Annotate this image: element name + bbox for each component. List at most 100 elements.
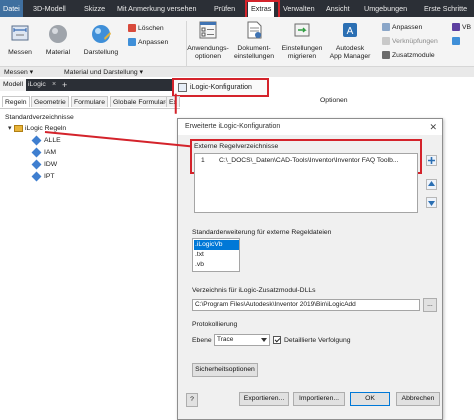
tree-item-idw[interactable]: IDW [31,159,57,170]
tab-erste-schritte[interactable]: Erste Schritte [421,0,470,17]
doc-tab-ilogic[interactable]: iLogic [25,79,49,91]
close-icon[interactable]: × [52,79,56,91]
tree-item-alle[interactable]: ALLE [31,135,61,146]
extra-tool-button[interactable] [452,36,462,47]
dialog-close-icon[interactable]: ✕ [429,119,437,135]
move-down-button[interactable] [426,197,437,208]
anpassen-button[interactable]: Anpassen [128,37,168,48]
svg-text:A: A [347,26,354,37]
plus-icon [428,157,435,164]
anwendungsoptionen-button[interactable]: Anwendungs- optionen [186,20,230,61]
tab-mit-anmerkung[interactable]: Mit Anmerkung versehen [114,0,200,17]
appearance-sphere-icon [92,25,111,43]
rules-browser-tree: Standardverzeichnisse ▾ iLogic Regeln ALL… [0,108,180,420]
arrow-down-icon [428,201,435,206]
anpassen-ui-button[interactable]: Anpassen [382,22,422,33]
add-tab-icon[interactable]: + [62,79,67,91]
add-dir-button[interactable] [426,155,437,166]
ilogic-config-icon [178,82,187,92]
ilogic-configuration-menu-item[interactable]: iLogic-Konfiguration [172,78,269,97]
dokumenteinstellungen-label-1: Dokument- [237,45,271,52]
ext-option-ilogicvb[interactable]: .iLogicVb [194,240,239,250]
rule-icon [31,135,42,146]
annotation-connector [175,93,177,114]
adjust-icon [128,38,136,47]
dll-dir-label: Verzeichnis für iLogic-Zusatzmodul-DLLs [192,287,316,294]
tab-regeln[interactable]: Regeln [2,96,30,107]
anwendungsoptionen-label-1: Anwendungs- [187,45,229,52]
tab-globale-formulare[interactable]: Globale Formulare [110,96,173,107]
dialog-title: Erweiterte iLogic-Konfiguration [178,119,442,135]
cancel-button[interactable]: Abbrechen [396,392,440,406]
tab-3d-modell[interactable]: 3D-Modell [30,0,69,17]
vb-editor-button[interactable]: VB [452,22,471,33]
vb-icon [452,23,460,32]
level-label: Ebene [192,337,212,344]
rule-icon [31,171,42,182]
anwendungsoptionen-label-2: optionen [194,53,222,60]
app-manager-label-1: Autodesk [335,45,365,52]
import-button[interactable]: Importieren... [293,392,345,406]
default-ext-list[interactable]: .iLogicVb .txt .vb [192,238,240,272]
application-options-icon [199,21,217,39]
panel-label-optionen: Optionen [320,97,348,104]
migrate-settings-icon [294,23,310,37]
rule-icon [31,147,42,158]
dll-dir-input[interactable]: C:\Program Files\Autodesk\Inventor 2019\… [192,299,420,311]
tab-geometrie[interactable]: Geometrie [31,96,69,107]
tree-item-iam[interactable]: IAM [31,147,56,158]
ribbon-panel-labels: Messen ▾ Material und Darstellung ▾ [0,66,474,77]
link-icon [382,37,390,46]
advanced-ilogic-configuration-dialog: Erweiterte iLogic-Konfiguration ✕ Extern… [177,118,443,420]
material-label: Material [45,49,71,56]
level-value: Trace [217,336,234,343]
tree-item-ipt[interactable]: IPT [31,171,55,182]
customize-icon [382,23,390,32]
tab-umgebungen[interactable]: Umgebungen [361,0,410,17]
material-button[interactable]: Material [42,22,74,57]
detailed-trace-label: Detaillierte Verfolgung [284,337,351,344]
help-button[interactable]: ? [186,393,198,407]
tab-formulare[interactable]: Formulare [71,96,108,107]
browse-button[interactable]: ... [423,298,437,312]
panel-label-material[interactable]: Material und Darstellung ▾ [64,67,143,78]
messen-button[interactable]: Messen [5,22,35,57]
ok-button[interactable]: OK [350,392,390,406]
chevron-down-icon [261,338,267,342]
default-ext-label: Standarderweiterung für externe Regeldat… [192,229,332,236]
tab-datei[interactable]: Datei [0,0,23,17]
tab-externe[interactable]: Ex [166,96,180,107]
level-select[interactable]: Trace [214,334,270,346]
panel-label-messen[interactable]: Messen ▾ [4,67,33,78]
move-up-button[interactable] [426,179,437,190]
tab-ansicht[interactable]: Ansicht [323,0,353,17]
tab-verwalten[interactable]: Verwalten [280,0,318,17]
zusatzmodule-button[interactable]: Zusatzmodule [382,50,435,61]
gear-icon [382,51,390,60]
doc-tab-modell[interactable]: Modell [0,79,27,91]
ext-dir-row-path[interactable]: C:\_DOCS\_Daten\CAD-Tools\Inventor\Inven… [219,156,398,166]
detailed-trace-checkbox[interactable] [273,336,281,344]
ext-option-txt[interactable]: .txt [195,250,204,260]
ext-dir-row-number: 1 [201,157,205,164]
security-options-button[interactable]: Sicherheitsoptionen [192,363,258,377]
measure-icon [11,25,29,41]
messen-label: Messen [8,49,32,56]
document-tab-bar: Modell iLogic × + [0,79,172,91]
app-manager-button[interactable]: A Autodesk App Manager [327,20,373,61]
folder-icon [14,124,23,132]
dokumenteinstellungen-button[interactable]: Dokument- einstellungen [231,20,277,61]
verknuepfungen-button[interactable]: Verknüpfungen [382,36,438,47]
app-manager-icon: A [343,23,357,37]
tab-skizze[interactable]: Skizze [81,0,108,17]
ext-dirs-list[interactable]: 1 C:\_DOCS\_Daten\CAD-Tools\Inventor\Inv… [194,153,418,213]
tree-root-standardverzeichnisse[interactable]: Standardverzeichnisse [5,113,74,123]
tab-pruefen[interactable]: Prüfen [211,0,238,17]
loeschen-button[interactable]: Löschen [128,23,164,34]
export-button[interactable]: Exportieren... [239,392,289,406]
ext-option-vb[interactable]: .vb [195,260,204,270]
darstellung-button[interactable]: Darstellung [79,22,123,57]
einstellungen-migrieren-button[interactable]: Einstellungen migrieren [278,20,326,61]
darstellung-label: Darstellung [83,49,119,56]
material-sphere-icon [49,25,67,43]
